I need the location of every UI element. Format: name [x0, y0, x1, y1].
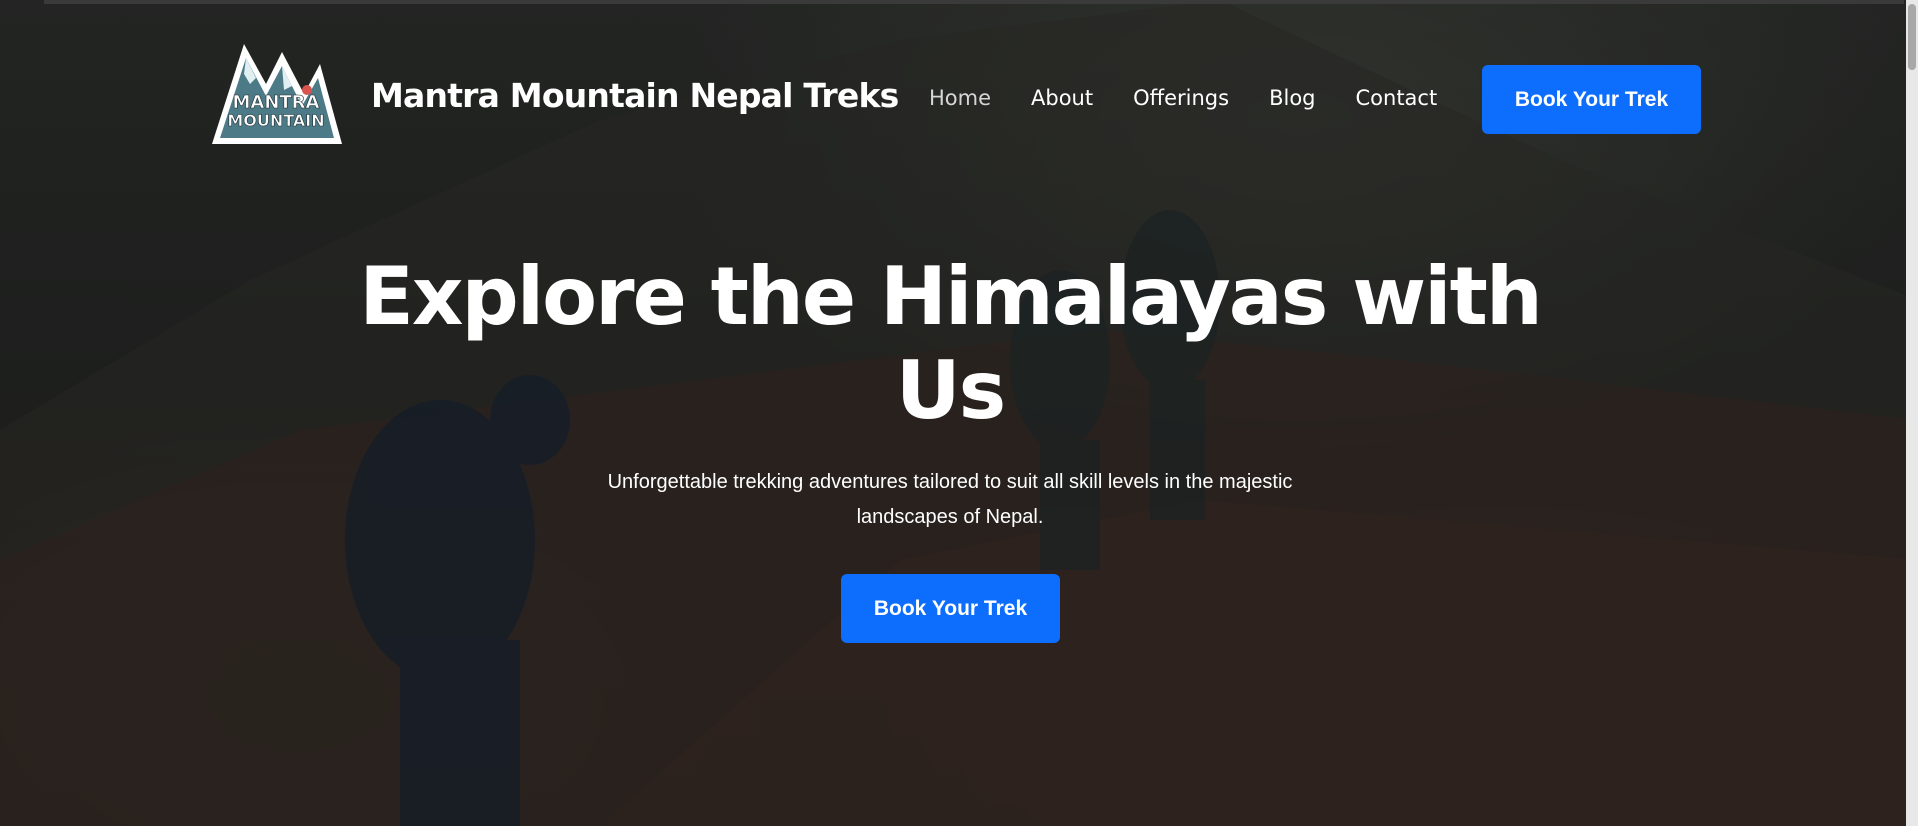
page-scrollbar[interactable] — [1906, 0, 1918, 826]
book-your-trek-hero-button[interactable]: Book Your Trek — [841, 574, 1060, 643]
book-your-trek-header-button[interactable]: Book Your Trek — [1482, 65, 1701, 134]
page: MANTRA MOUNTAIN Mantra Mountain Nepal Tr… — [0, 0, 1918, 826]
main-nav: Home About Offerings Blog Contact — [929, 86, 1477, 110]
svg-text:MANTRA: MANTRA — [233, 92, 320, 113]
nav-item-offerings[interactable]: Offerings — [1133, 86, 1229, 110]
hero-subtitle: Unforgettable trekking adventures tailor… — [607, 471, 1293, 528]
hero-title: Explore the Himalayas with Us — [359, 250, 1543, 437]
nav-item-about[interactable]: About — [1031, 86, 1093, 110]
site-header: MANTRA MOUNTAIN Mantra Mountain Nepal Tr… — [0, 0, 1906, 200]
brand-logo[interactable]: MANTRA MOUNTAIN — [204, 24, 348, 154]
nav-item-home[interactable]: Home — [929, 86, 991, 110]
nav-item-contact[interactable]: Contact — [1356, 86, 1438, 110]
brand-name[interactable]: Mantra Mountain Nepal Treks — [371, 76, 899, 115]
svg-text:MOUNTAIN: MOUNTAIN — [227, 111, 324, 130]
mountain-logo-icon: MANTRA MOUNTAIN — [212, 44, 342, 144]
scrollbar-thumb[interactable] — [1908, 4, 1916, 70]
nav-item-blog[interactable]: Blog — [1269, 86, 1315, 110]
